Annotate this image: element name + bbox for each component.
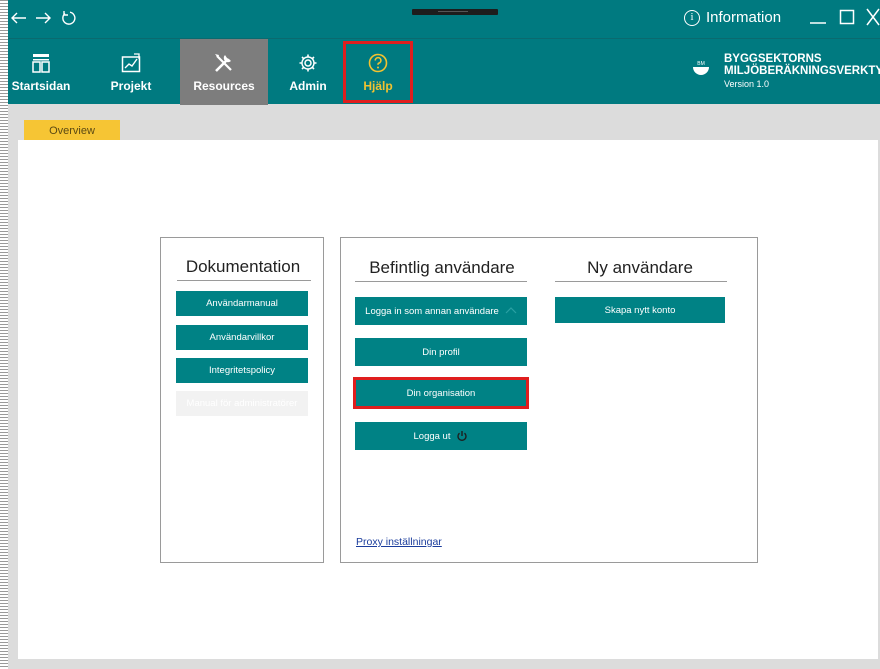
refresh-icon[interactable] <box>58 7 80 29</box>
switch-user-icon <box>505 307 517 314</box>
gear-icon <box>298 51 318 75</box>
logga-ut-button[interactable]: Logga ut <box>355 422 527 450</box>
anvandarvillkor-button[interactable]: Användarvillkor <box>176 325 308 350</box>
brand-line1: BYGGSEKTORNS <box>724 53 822 65</box>
home-icon <box>32 51 50 75</box>
close-icon[interactable] <box>866 8 880 31</box>
toolbar-label: Admin <box>289 79 327 93</box>
logga-in-annan-label: Logga in som annan användare <box>365 305 499 317</box>
toolbar-label: Startsidan <box>11 79 71 93</box>
brand-logo: BM <box>693 61 709 75</box>
hjalp-highlight-box <box>343 41 413 103</box>
arrow-left-icon[interactable] <box>8 7 30 29</box>
tools-icon <box>213 51 235 75</box>
brand-line2: MILJÖBERÄKNINGSVERKTYG <box>724 65 880 77</box>
main-toolbar: Startsidan Projekt Resources Admin Hjälp <box>8 38 880 105</box>
toolbar-label: Projekt <box>110 79 152 93</box>
minimize-icon[interactable] <box>808 4 828 31</box>
befintlig-title: Befintlig användare <box>369 258 515 277</box>
tab-overview[interactable]: Overview <box>24 120 120 141</box>
din-organisation-highlight-box <box>353 377 529 409</box>
brand-text: BYGGSEKTORNS MILJÖBERÄKNINGSVERKTYG Vers… <box>724 53 880 90</box>
app-window: i Information Startsidan Projekt Resourc… <box>8 0 880 669</box>
logga-in-annan-button[interactable]: Logga in som annan användare <box>355 297 527 325</box>
information-button[interactable]: i Information <box>684 9 781 26</box>
maximize-icon[interactable] <box>839 9 855 30</box>
ny-anvandare-title: Ny användare <box>587 258 693 277</box>
brand-version: Version 1.0 <box>724 79 770 89</box>
divider <box>177 280 311 281</box>
content-area: Dokumentation Användarmanual Användarvil… <box>18 140 878 659</box>
brand: BM BYGGSEKTORNS MILJÖBERÄKNINGSVERKTYG V… <box>692 53 880 90</box>
toolbar-projekt[interactable]: Projekt <box>100 39 162 105</box>
anvandare-panel: Befintlig användare Logga in som annan a… <box>340 237 758 563</box>
dokumentation-panel: Dokumentation Användarmanual Användarvil… <box>160 237 324 563</box>
toolbar-resources[interactable]: Resources <box>180 39 268 105</box>
integritetspolicy-button[interactable]: Integritetspolicy <box>176 358 308 383</box>
chart-icon <box>121 51 141 75</box>
toolbar-admin[interactable]: Admin <box>278 39 338 105</box>
brand-logo-text: BM <box>697 61 705 67</box>
din-profil-button[interactable]: Din profil <box>355 338 527 366</box>
skapa-nytt-konto-button[interactable]: Skapa nytt konto <box>555 297 725 323</box>
power-icon <box>457 431 468 442</box>
arrow-right-icon[interactable] <box>32 7 54 29</box>
title-bar: i Information <box>8 0 880 38</box>
manual-administratorer-button: Manual för administratörer <box>176 391 308 416</box>
toolbar-label: Resources <box>193 79 255 93</box>
dokumentation-title: Dokumentation <box>185 257 301 276</box>
divider <box>355 281 527 282</box>
window-left-edge <box>0 0 8 669</box>
proxy-installningar-link[interactable]: Proxy inställningar <box>356 536 442 548</box>
logga-ut-label: Logga ut <box>413 430 451 442</box>
divider <box>555 281 727 282</box>
window-notch <box>412 9 498 15</box>
anvandarmanual-button[interactable]: Användarmanual <box>176 291 308 316</box>
information-label: Information <box>706 9 782 26</box>
toolbar-startsidan[interactable]: Startsidan <box>8 39 74 105</box>
info-icon: i <box>684 9 700 26</box>
